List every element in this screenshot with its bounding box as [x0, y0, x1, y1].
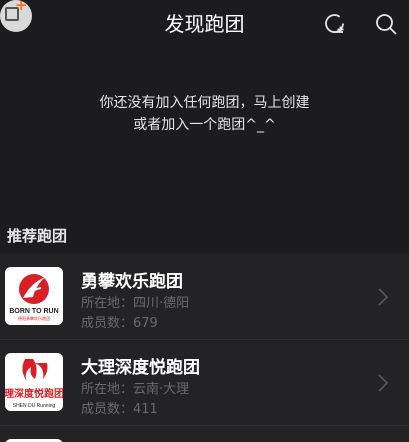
section-title: 推荐跑团 — [7, 227, 68, 245]
club-list-item[interactable]: 理深度悦跑团 SHEN DU Running 大理深度悦跑团 所在地：云南·大理… — [0, 340, 409, 426]
club-list: BORN TO RUN 德阳勇攀欢乐跑团 勇攀欢乐跑团 所在地：四川·德阳 成员… — [0, 254, 409, 442]
empty-state-message: 你还没有加入任何跑团，马上创建 或者加入一个跑团^_^ — [0, 92, 409, 136]
club-name: 大理深度悦跑团 — [81, 358, 200, 378]
chevron-right-icon — [376, 287, 390, 307]
club-member-count: 成员数：679 — [81, 316, 158, 331]
club-name: 勇攀欢乐跑团 — [81, 272, 183, 292]
logo-subtext: 德阳勇攀欢乐跑团 — [18, 315, 50, 321]
empty-state-line-1: 你还没有加入任何跑团，马上创建 — [99, 95, 310, 111]
club-list-item-partial[interactable] — [0, 426, 409, 442]
add-comment-icon[interactable] — [322, 12, 346, 36]
club-member-count: 成员数：411 — [81, 402, 158, 417]
top-bar: + 发现跑团 — [0, 0, 409, 44]
club-location: 所在地：四川·德阳 — [81, 296, 190, 311]
club-logo: BORN TO RUN 德阳勇攀欢乐跑团 — [5, 267, 63, 325]
club-logo: 理深度悦跑团 SHEN DU Running — [5, 353, 63, 411]
club-list-item[interactable]: BORN TO RUN 德阳勇攀欢乐跑团 勇攀欢乐跑团 所在地：四川·德阳 成员… — [0, 254, 409, 340]
logo-subtext: SHEN DU Running — [13, 403, 56, 409]
logo-text: BORN TO RUN — [9, 308, 58, 315]
chevron-right-icon — [376, 373, 390, 393]
empty-state-line-2: 或者加入一个跑团^_^ — [133, 117, 276, 133]
logo-text: 理深度悦跑团 — [5, 387, 63, 400]
page-title: 发现跑团 — [164, 12, 245, 36]
club-location: 所在地：云南·大理 — [81, 382, 190, 397]
search-icon[interactable] — [374, 12, 398, 36]
